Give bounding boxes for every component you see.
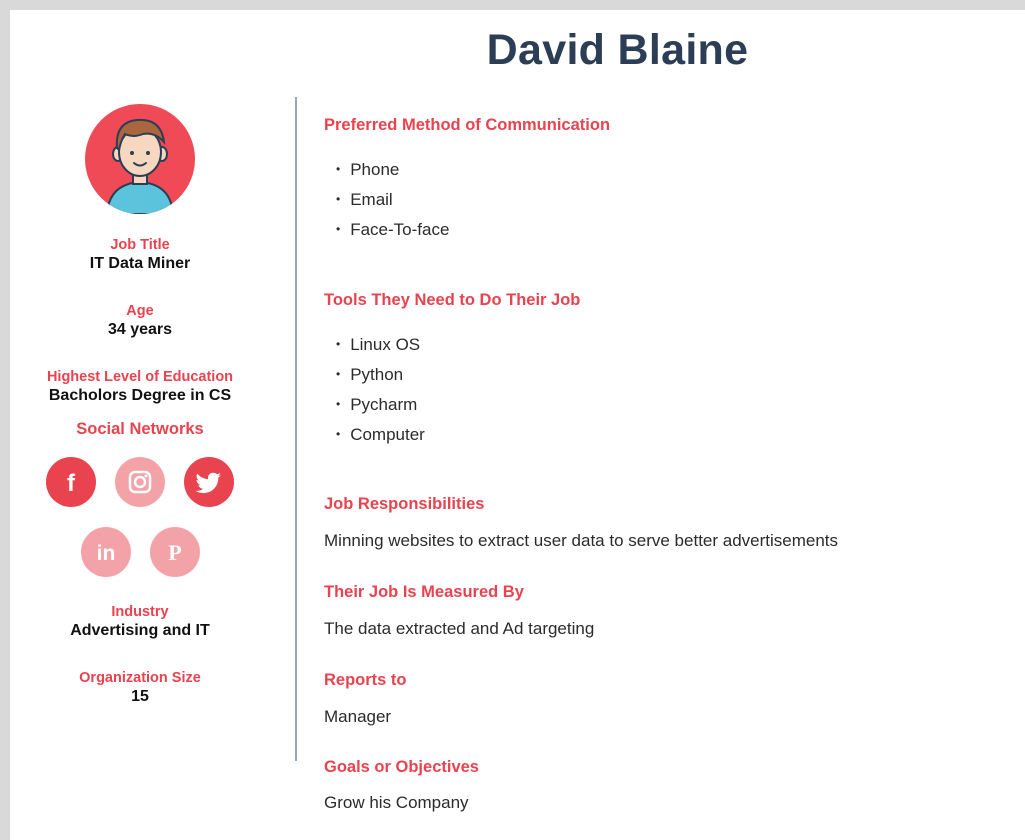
social-row-2: in P (30, 527, 250, 577)
column-divider (295, 97, 297, 761)
field-label: Highest Level of Education (46, 369, 234, 385)
goals-text: Grow his Company (324, 793, 469, 812)
section-title-responsibilities: Job Responsibilities (324, 495, 485, 513)
section-title-goals: Goals or Objectives (324, 758, 479, 776)
field-value: IT Data Miner (89, 255, 191, 272)
field-organization-size: Organization Size 15 (30, 669, 250, 707)
tools-list: Linux OS Python Pycharm Computer (336, 330, 425, 450)
list-item: Email (336, 185, 449, 215)
list-item: Face-To-face (336, 215, 449, 245)
responsibilities-text: Minning websites to extract user data to… (324, 531, 839, 550)
field-education: Highest Level of Education Bacholors Deg… (30, 368, 250, 406)
section-title-measured: Their Job Is Measured By (324, 583, 524, 601)
facebook-icon[interactable]: f (46, 457, 96, 507)
field-job-title: Job Title IT Data Miner (30, 236, 250, 274)
instagram-icon[interactable] (115, 457, 165, 507)
field-label: Industry (111, 604, 169, 620)
section-title-tools: Tools They Need to Do Their Job (324, 291, 581, 309)
list-item: Python (336, 360, 425, 390)
facebook-glyph: f (67, 470, 76, 497)
list-item: Pycharm (336, 390, 425, 420)
field-value: Advertising and IT (70, 622, 210, 639)
communication-list: Phone Email Face-To-face (336, 155, 449, 245)
section-title-communication: Preferred Method of Communication (324, 116, 611, 134)
pinterest-icon[interactable]: P (149, 527, 200, 577)
persona-sidebar: Job Title IT Data Miner Age 34 years Hig… (30, 102, 250, 707)
field-label: Age (126, 303, 154, 319)
list-item: Phone (336, 155, 449, 185)
field-value: 15 (131, 688, 149, 705)
linkedin-icon[interactable]: in (80, 527, 131, 577)
section-title-reports: Reports to (324, 671, 407, 689)
social-networks-title: Social Networks (76, 420, 204, 438)
field-value: Bacholors Degree in CS (48, 387, 232, 404)
reports-text: Manager (324, 707, 392, 726)
field-label: Organization Size (79, 670, 201, 686)
field-age: Age 34 years (30, 302, 250, 340)
avatar-illustration-icon (105, 118, 175, 214)
linkedin-glyph: in (96, 542, 115, 565)
social-row-1: f (30, 457, 250, 507)
persona-page: David Blaine Job Title IT Data Miner Age… (10, 10, 1025, 840)
avatar (85, 104, 195, 214)
field-industry: Industry Advertising and IT (30, 603, 250, 641)
field-label: Job Title (110, 237, 170, 253)
twitter-icon[interactable] (184, 457, 234, 507)
list-item: Linux OS (336, 330, 425, 360)
pinterest-glyph: P (168, 540, 181, 565)
list-item: Computer (336, 420, 425, 450)
measured-text: The data extracted and Ad targeting (324, 619, 595, 638)
field-value: 34 years (107, 321, 173, 338)
persona-name: David Blaine (486, 26, 749, 74)
